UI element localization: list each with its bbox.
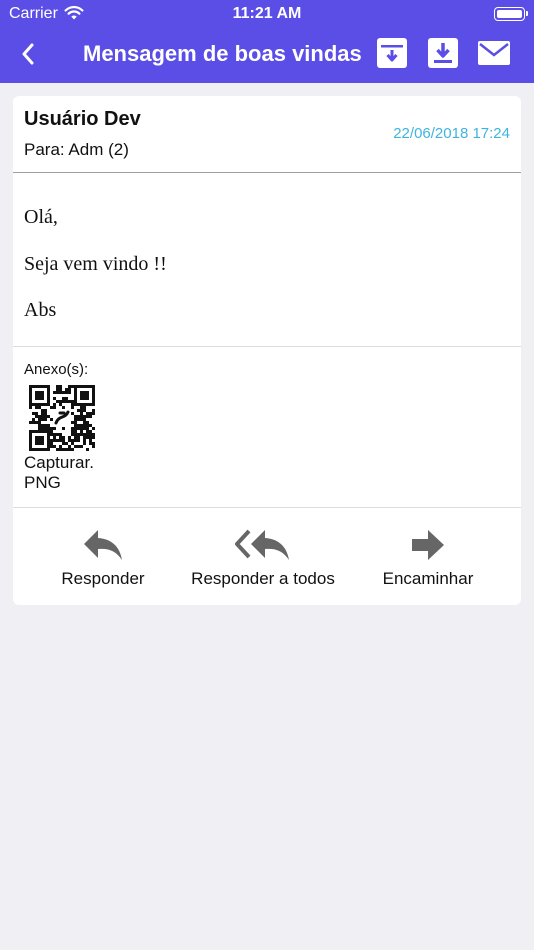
message-body-line: Abs: [24, 299, 57, 321]
reply-icon: [84, 530, 122, 560]
arrow-right-icon: [412, 530, 444, 560]
back-button[interactable]: [10, 36, 46, 72]
recipient-line: Para: Adm (2): [24, 140, 129, 159]
forward-label: Encaminhar: [382, 569, 474, 588]
qr-code-icon[interactable]: [29, 385, 95, 451]
message-body-line: Olá,: [24, 206, 58, 228]
download-icon: [428, 38, 458, 68]
top-bar: Carrier 11:21 AM Mensagem de boas vindas: [0, 0, 534, 83]
header-divider: [13, 172, 521, 173]
page-title: Mensagem de boas vindas: [83, 41, 362, 66]
attachment-filename[interactable]: Capturar. PNG: [24, 453, 94, 493]
sender-name: Usuário Dev: [24, 108, 141, 130]
message-card: Usuário Dev 22/06/2018 17:24 Para: Adm (…: [13, 96, 521, 605]
chevron-left-icon: [22, 43, 34, 65]
forward-button[interactable]: Encaminhar: [373, 528, 483, 596]
message-date: 22/06/2018 17:24: [393, 125, 510, 142]
reply-button[interactable]: Responder: [53, 528, 153, 596]
reply-all-button[interactable]: Responder a todos: [183, 528, 343, 596]
body-divider: [13, 346, 521, 347]
message-body-line: Seja vem vindo !!: [24, 253, 167, 275]
attachment-filename-part: Capturar.: [24, 453, 94, 472]
reply-all-label: Responder a todos: [191, 569, 335, 588]
reply-all-icon: [235, 529, 289, 560]
download-button[interactable]: [426, 36, 460, 70]
status-time: 11:21 AM: [232, 5, 302, 22]
attachment-filename-part: PNG: [24, 473, 61, 492]
attachments-divider: [13, 507, 521, 508]
battery-icon: [494, 7, 528, 21]
archive-icon: [377, 38, 407, 68]
mail-button[interactable]: [477, 36, 511, 70]
status-bar: Carrier 11:21 AM: [0, 0, 534, 28]
attachments-label: Anexo(s):: [24, 361, 89, 378]
reply-label: Responder: [61, 569, 145, 588]
archive-button[interactable]: [375, 36, 409, 70]
navigation-bar: Mensagem de boas vindas: [0, 28, 534, 83]
mail-icon: [478, 41, 510, 65]
